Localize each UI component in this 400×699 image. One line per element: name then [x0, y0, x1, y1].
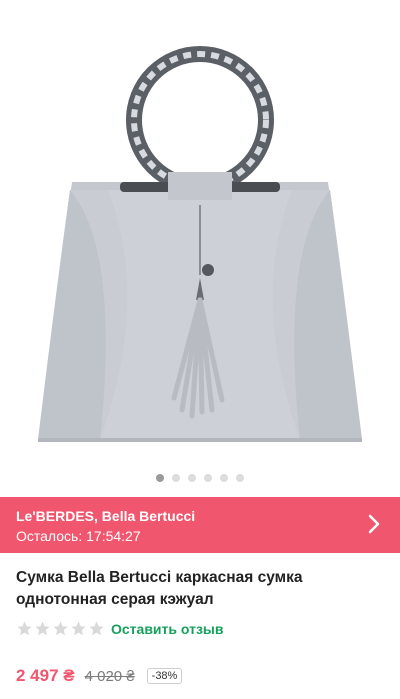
leave-review-link[interactable]: Оставить отзыв [111, 621, 223, 637]
star-icon [35, 621, 50, 636]
rating-stars [16, 620, 105, 637]
chevron-right-icon [368, 514, 380, 534]
gallery-dot[interactable] [220, 474, 228, 482]
product-image [38, 46, 362, 442]
star-icon [89, 621, 104, 636]
price-old: 4 020 ₴ [84, 667, 135, 685]
gallery-dot[interactable] [236, 474, 244, 482]
promo-brand: Le'BERDES, Bella Bertucci [16, 508, 196, 524]
product-gallery[interactable] [0, 0, 400, 493]
gallery-dot[interactable] [188, 474, 196, 482]
star-icon [71, 621, 86, 636]
discount-badge: -38% [146, 668, 183, 684]
promo-banner[interactable]: Le'BERDES, Bella Bertucci Осталось: 17:5… [0, 497, 400, 553]
rating-row: Оставить отзыв [16, 620, 223, 637]
star-icon [53, 621, 68, 636]
price-current: 2 497 ₴ [16, 666, 75, 685]
price-row: 2 497 ₴ 4 020 ₴ -38% [16, 666, 183, 686]
gallery-dot[interactable] [156, 474, 164, 482]
gallery-dots [0, 474, 400, 482]
gallery-dot[interactable] [204, 474, 212, 482]
star-icon [17, 621, 32, 636]
promo-timer: Осталось: 17:54:27 [16, 528, 141, 544]
product-title: Сумка Bella Bertucci каркасная сумка одн… [16, 569, 303, 608]
gallery-dot[interactable] [172, 474, 180, 482]
